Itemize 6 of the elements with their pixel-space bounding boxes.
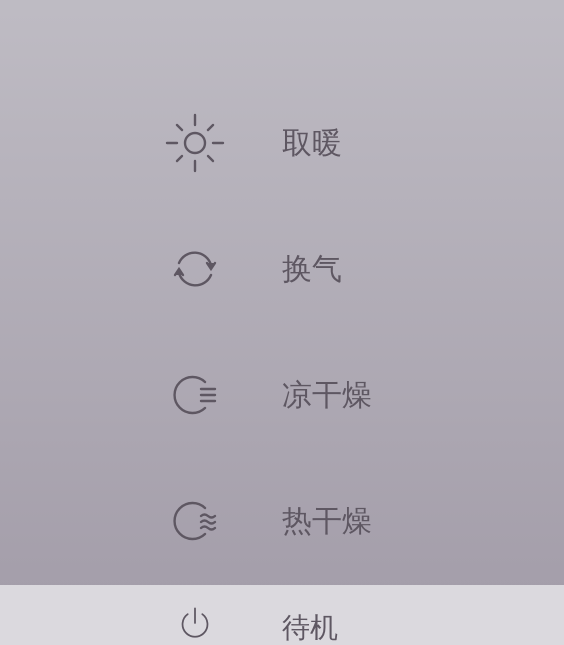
mode-option[interactable]: 取暖: [282, 122, 342, 164]
mode-option[interactable]: 热干燥: [282, 500, 372, 542]
mode-option[interactable]: 换气: [282, 248, 342, 290]
mode-option[interactable]: 凉干燥: [282, 374, 372, 416]
standby-option[interactable]: 待机: [282, 611, 338, 645]
sun-icon: [165, 113, 225, 173]
